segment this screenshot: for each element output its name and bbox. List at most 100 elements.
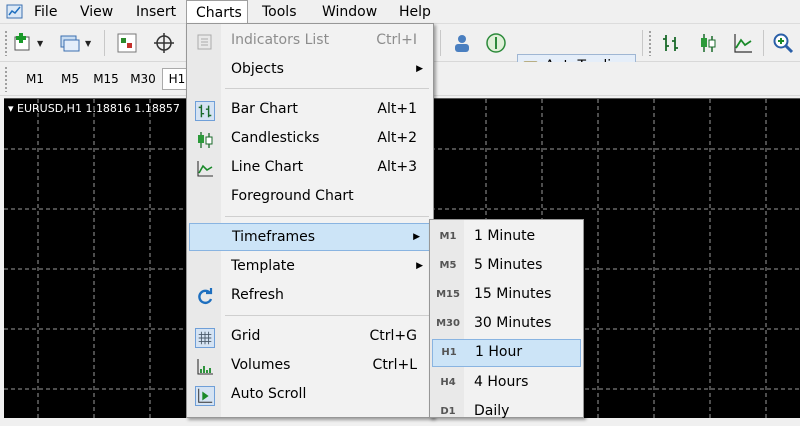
- menu-item-label: Refresh: [231, 287, 284, 303]
- timeframe-code-icon: D1: [440, 406, 456, 417]
- menu-item-candlesticks[interactable]: Candlesticks Alt+2: [187, 125, 433, 153]
- timeframe-code-icon: M15: [436, 289, 460, 300]
- submenu-item-h4[interactable]: H4 4 Hours: [430, 369, 583, 397]
- menu-item-shortcut: Alt+3: [377, 159, 417, 175]
- app-icon: [6, 4, 23, 19]
- menu-item-grid[interactable]: Grid Ctrl+G: [187, 323, 433, 351]
- menu-item-line-chart[interactable]: Line Chart Alt+3: [187, 154, 433, 182]
- menu-file[interactable]: File: [34, 0, 57, 24]
- toolbar-divider: [763, 30, 764, 56]
- menu-item-label: Bar Chart: [231, 101, 298, 117]
- line-chart-icon: [197, 161, 213, 177]
- timeframe-m1-button[interactable]: M1: [18, 68, 52, 90]
- bar-chart-icon[interactable]: [660, 32, 682, 54]
- chart-symbol-title[interactable]: ▾ EURUSD,H1 1.18816 1.18857: [8, 102, 180, 115]
- menu-item-indicators-list[interactable]: Indicators List Ctrl+I: [187, 27, 433, 55]
- menu-item-label: Auto Scroll: [231, 386, 307, 402]
- menu-item-volumes[interactable]: Volumes Ctrl+L: [187, 352, 433, 380]
- chart-title-text: EURUSD,H1 1.18816 1.18857: [17, 102, 180, 115]
- menu-item-label: 15 Minutes: [474, 286, 552, 302]
- menu-item-shortcut: Ctrl+G: [369, 328, 418, 344]
- auto-scroll-icon: [195, 386, 215, 406]
- menu-item-label: 30 Minutes: [474, 315, 552, 331]
- candlesticks-icon: [198, 132, 213, 148]
- submenu-item-m15[interactable]: M15 15 Minutes: [430, 281, 583, 309]
- toolbar-grip[interactable]: [4, 66, 8, 92]
- menu-item-objects[interactable]: Objects ▶: [187, 56, 433, 84]
- menu-item-label: Candlesticks: [231, 130, 320, 146]
- menu-item-shortcut: Alt+1: [377, 101, 417, 117]
- crosshair-icon[interactable]: [153, 32, 175, 54]
- submenu-item-m30[interactable]: M30 30 Minutes: [430, 310, 583, 338]
- menu-item-shortcut: Alt+2: [377, 130, 417, 146]
- menu-tools[interactable]: Tools: [262, 0, 297, 24]
- timeframe-code-icon: H1: [441, 347, 457, 358]
- volumes-icon: [197, 359, 213, 375]
- grid-icon: [195, 328, 215, 348]
- profiles-dropdown-icon[interactable]: ▼: [85, 39, 91, 48]
- menu-item-auto-scroll[interactable]: Auto Scroll: [187, 381, 433, 409]
- timeframe-code-icon: H4: [440, 377, 456, 388]
- signals-icon[interactable]: [485, 32, 507, 54]
- submenu-item-m1[interactable]: M1 1 Minute: [430, 223, 583, 251]
- submenu-item-h1[interactable]: H1 1 Hour: [432, 339, 581, 367]
- bar-chart-icon: [195, 101, 215, 121]
- menu-window[interactable]: Window: [322, 0, 377, 24]
- menu-item-template[interactable]: Template ▶: [187, 253, 433, 281]
- timeframe-code-icon: M30: [436, 318, 460, 329]
- toolbar-grip[interactable]: [4, 30, 8, 56]
- menu-item-label: Grid: [231, 328, 261, 344]
- menu-item-label: Timeframes: [232, 229, 316, 245]
- menu-item-label: 1 Minute: [474, 228, 536, 244]
- terminal-user-icon[interactable]: [451, 32, 473, 54]
- menu-separator: [225, 315, 429, 316]
- toolbar-divider: [642, 30, 643, 56]
- menu-charts[interactable]: Charts: [186, 0, 248, 24]
- menu-item-bar-chart[interactable]: Bar Chart Alt+1: [187, 96, 433, 124]
- menu-item-label: Objects: [231, 61, 284, 77]
- submenu-item-d1[interactable]: D1 Daily: [430, 398, 583, 426]
- new-chart-dropdown-icon[interactable]: ▼: [37, 39, 43, 48]
- market-watch-icon[interactable]: [116, 32, 138, 54]
- charts-menu: Indicators List Ctrl+I Objects ▶ Bar Cha…: [186, 23, 434, 418]
- candlesticks-icon[interactable]: [697, 32, 719, 54]
- toolbar-grip[interactable]: [648, 30, 652, 56]
- menu-separator: [225, 216, 429, 217]
- menu-item-foreground-chart[interactable]: Foreground Chart: [187, 183, 433, 211]
- timeframe-code-icon: M5: [439, 260, 457, 271]
- menu-item-refresh[interactable]: Refresh: [187, 282, 433, 310]
- menu-item-shortcut: Ctrl+L: [372, 357, 417, 373]
- line-chart-icon[interactable]: [732, 32, 754, 54]
- submenu-arrow-icon: ▶: [413, 232, 420, 242]
- timeframe-m5-button[interactable]: M5: [53, 68, 87, 90]
- refresh-icon: [198, 288, 213, 305]
- timeframe-m30-button[interactable]: M30: [125, 68, 161, 90]
- timeframe-m15-button[interactable]: M15: [88, 68, 124, 90]
- menu-item-shortcut: Ctrl+I: [376, 32, 417, 48]
- menu-bar: File View Insert Charts Tools Window Hel…: [0, 0, 800, 24]
- menu-separator: [225, 88, 429, 89]
- submenu-arrow-icon: ▶: [416, 64, 423, 74]
- profiles-icon[interactable]: [59, 32, 81, 54]
- timeframe-code-icon: M1: [439, 231, 457, 242]
- menu-item-label: Volumes: [231, 357, 291, 373]
- toolbar-divider: [440, 30, 441, 56]
- menu-item-timeframes[interactable]: Timeframes ▶: [189, 223, 431, 251]
- menu-help[interactable]: Help: [399, 0, 431, 24]
- menu-item-label: Line Chart: [231, 159, 304, 175]
- menu-item-label: Foreground Chart: [231, 188, 354, 204]
- submenu-item-m5[interactable]: M5 5 Minutes: [430, 252, 583, 280]
- menu-item-label: 1 Hour: [475, 344, 523, 360]
- menu-item-label: Indicators List: [231, 32, 330, 48]
- menu-item-label: 5 Minutes: [474, 257, 543, 273]
- submenu-arrow-icon: ▶: [416, 261, 423, 271]
- menu-item-label: 4 Hours: [474, 374, 529, 390]
- menu-view[interactable]: View: [80, 0, 113, 24]
- timeframes-submenu: M1 1 Minute M5 5 Minutes M15 15 Minutes …: [429, 219, 584, 419]
- menu-insert[interactable]: Insert: [136, 0, 176, 24]
- zoom-in-icon[interactable]: [772, 32, 794, 54]
- menu-item-label: Template: [231, 258, 295, 274]
- toolbar-divider: [104, 30, 105, 56]
- menu-item-label: Daily: [474, 403, 510, 419]
- new-chart-icon[interactable]: [12, 32, 34, 54]
